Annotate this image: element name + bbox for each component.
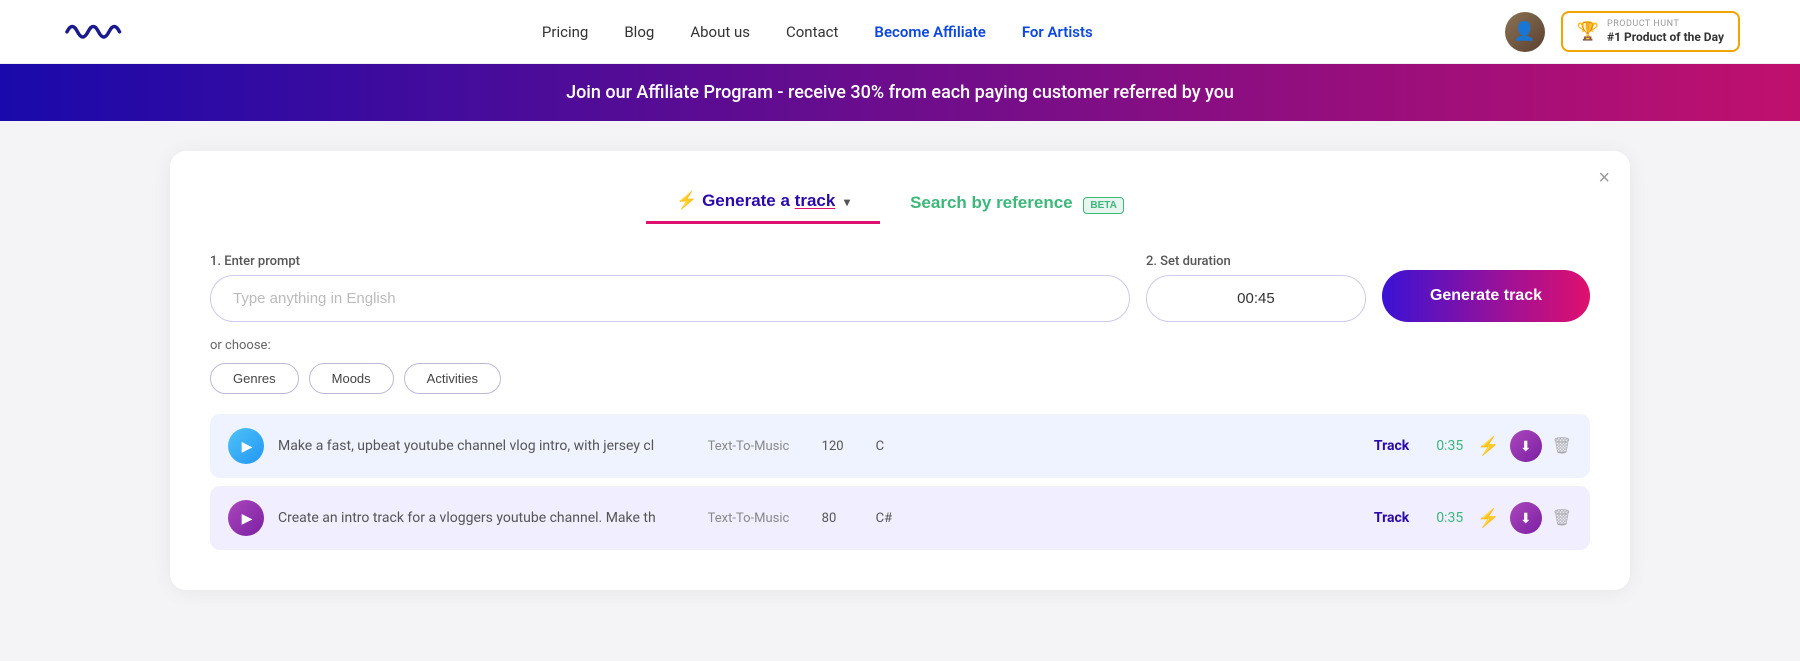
nav-blog[interactable]: Blog	[624, 23, 654, 41]
track-row: ▶ Create an intro track for a vloggers y…	[210, 486, 1590, 550]
play-icon: ▶	[242, 438, 253, 455]
track-list: ▶ Make a fast, upbeat youtube channel vl…	[210, 414, 1590, 550]
lightning-icon: ⚡	[676, 191, 697, 210]
ph-label: PRODUCT HUNT	[1607, 19, 1724, 30]
regenerate-button-2[interactable]: ⚡	[1477, 508, 1499, 529]
tabs: ⚡ Generate a track ▾ Search by reference…	[210, 181, 1590, 224]
tab-search-label: Search by reference	[910, 193, 1073, 212]
track-type-1: Text-To-Music	[708, 439, 808, 454]
prompt-group: 1. Enter prompt	[210, 254, 1130, 322]
generate-button[interactable]: Generate track	[1382, 270, 1590, 322]
or-choose-label: or choose:	[210, 338, 1590, 353]
tab-search[interactable]: Search by reference BETA	[880, 181, 1154, 224]
nav-right: 👤 🏆 PRODUCT HUNT #1 Product of the Day	[1505, 11, 1740, 52]
delete-button-1[interactable]: 🗑	[1552, 436, 1572, 456]
track-key-1: C	[876, 439, 916, 454]
close-button[interactable]: ×	[1598, 167, 1610, 190]
track-bpm-2: 80	[822, 511, 862, 526]
chip-activities[interactable]: Activities	[404, 363, 501, 394]
track-label-2: Track	[1359, 510, 1409, 526]
track-key-2: C#	[876, 511, 916, 526]
navbar: Pricing Blog About us Contact Become Aff…	[0, 0, 1800, 64]
nav-contact[interactable]: Contact	[786, 23, 838, 41]
download-button-1[interactable]: ⬇	[1510, 430, 1542, 462]
avatar[interactable]: 👤	[1505, 12, 1545, 52]
product-hunt-badge[interactable]: 🏆 PRODUCT HUNT #1 Product of the Day	[1561, 11, 1740, 52]
track-row: ▶ Make a fast, upbeat youtube channel vl…	[210, 414, 1590, 478]
chevron-down-icon: ▾	[844, 195, 850, 209]
play-button-1[interactable]: ▶	[228, 428, 264, 464]
track-duration-1: 0:35	[1423, 438, 1463, 454]
track-actions-1: ⚡ ⬇ 🗑	[1477, 430, 1572, 462]
beta-badge: BETA	[1083, 197, 1123, 214]
track-type-2: Text-To-Music	[708, 511, 808, 526]
play-button-2[interactable]: ▶	[228, 500, 264, 536]
tab-generate-track: track	[795, 191, 836, 210]
card: × ⚡ Generate a track ▾ Search by referen…	[170, 151, 1630, 590]
affiliate-banner[interactable]: Join our Affiliate Program - receive 30%…	[0, 64, 1800, 121]
chip-moods[interactable]: Moods	[309, 363, 394, 394]
delete-button-2[interactable]: 🗑	[1552, 508, 1572, 528]
nav-pricing[interactable]: Pricing	[542, 23, 588, 41]
play-icon: ▶	[242, 510, 253, 527]
avatar-image: 👤	[1505, 12, 1545, 52]
ph-title: #1 Product of the Day	[1607, 30, 1724, 44]
track-actions-2: ⚡ ⬇ 🗑	[1477, 502, 1572, 534]
track-description-2: Create an intro track for a vloggers you…	[278, 510, 694, 526]
nav-affiliate[interactable]: Become Affiliate	[874, 23, 985, 41]
nav-about[interactable]: About us	[690, 23, 750, 41]
download-button-2[interactable]: ⬇	[1510, 502, 1542, 534]
chip-genres[interactable]: Genres	[210, 363, 299, 394]
form-row: 1. Enter prompt 2. Set duration Generate…	[210, 254, 1590, 322]
track-label-1: Track	[1359, 438, 1409, 454]
download-icon: ⬇	[1520, 438, 1532, 455]
banner-text: Join our Affiliate Program - receive 30%…	[566, 82, 1234, 103]
download-icon: ⬇	[1520, 510, 1532, 527]
or-choose-section: or choose: Genres Moods Activities	[210, 338, 1590, 394]
logo[interactable]	[60, 10, 130, 54]
track-duration-2: 0:35	[1423, 510, 1463, 526]
track-bpm-1: 120	[822, 439, 862, 454]
duration-group: 2. Set duration	[1146, 254, 1366, 322]
nav-artists[interactable]: For Artists	[1022, 23, 1093, 41]
duration-input[interactable]	[1146, 275, 1366, 322]
tab-generate-prefix: Generate a	[702, 191, 795, 210]
nav-links: Pricing Blog About us Contact Become Aff…	[542, 22, 1093, 41]
trophy-icon: 🏆	[1577, 21, 1599, 42]
prompt-input[interactable]	[210, 275, 1130, 322]
prompt-label: 1. Enter prompt	[210, 254, 1130, 269]
tab-generate[interactable]: ⚡ Generate a track ▾	[646, 181, 880, 224]
duration-label: 2. Set duration	[1146, 254, 1366, 269]
track-description-1: Make a fast, upbeat youtube channel vlog…	[278, 438, 694, 454]
regenerate-button-1[interactable]: ⚡	[1477, 436, 1499, 457]
ph-text: PRODUCT HUNT #1 Product of the Day	[1607, 19, 1724, 44]
main-content: × ⚡ Generate a track ▾ Search by referen…	[0, 121, 1800, 620]
chips: Genres Moods Activities	[210, 363, 1590, 394]
